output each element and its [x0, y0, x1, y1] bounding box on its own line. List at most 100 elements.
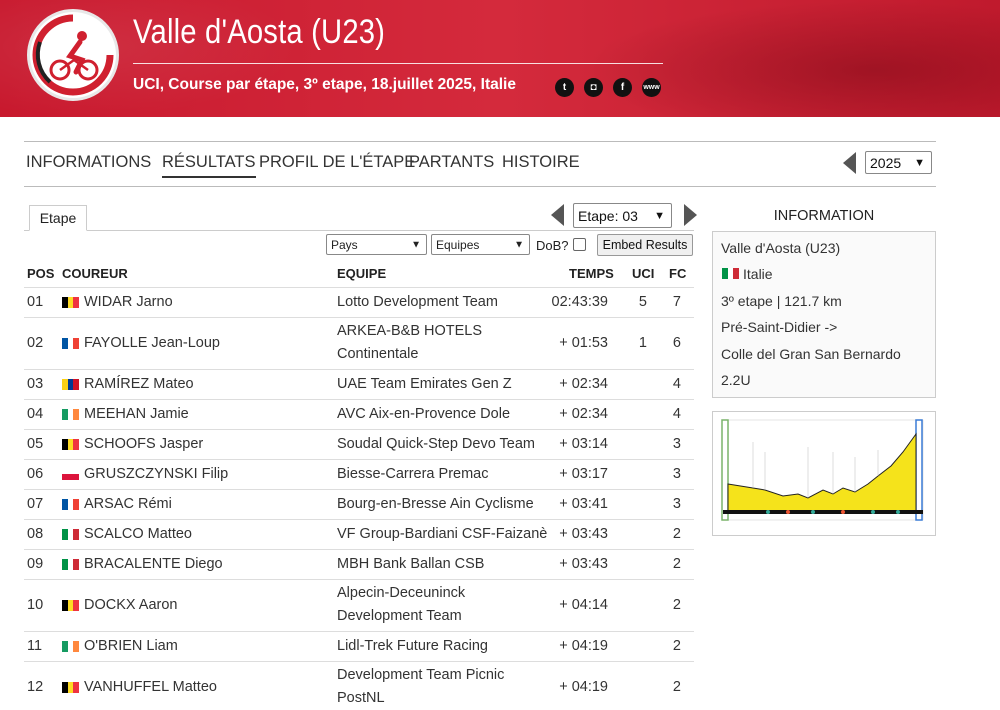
time-cell: + 03:17: [559, 465, 608, 482]
rider-name-link[interactable]: SCALCO Matteo: [84, 523, 192, 546]
column-header-team[interactable]: EQUIPE: [337, 266, 386, 281]
team-name-link[interactable]: Lotto Development Team: [337, 291, 498, 314]
info-start: Pré-Saint-Didier ->: [721, 319, 838, 335]
fc-points-cell: 2: [672, 637, 681, 654]
team-name-link[interactable]: MBH Bank Ballan CSB: [337, 553, 484, 576]
race-header: Valle d'Aosta (U23) UCI, Course par étap…: [0, 0, 1000, 117]
rank-cell: 04: [27, 405, 44, 422]
website-icon[interactable]: www: [642, 78, 661, 97]
country-flag-icon: [62, 681, 79, 693]
facebook-icon[interactable]: f: [613, 78, 632, 97]
country-filter-select[interactable]: Pays ▼: [326, 234, 427, 255]
column-header-uci[interactable]: UCI: [632, 266, 654, 281]
rider-name-link[interactable]: FAYOLLE Jean-Loup: [84, 332, 220, 355]
instagram-icon[interactable]: ◘: [584, 78, 603, 97]
rider-name-link[interactable]: GRUSZCZYNSKI Filip: [84, 463, 228, 486]
time-cell: + 03:14: [559, 435, 608, 452]
previous-year-arrow-icon[interactable]: [843, 152, 856, 174]
uci-points-cell: 5: [638, 293, 647, 310]
fc-points-cell: 2: [672, 678, 681, 695]
twitter-icon[interactable]: t: [555, 78, 574, 97]
rider-name-link[interactable]: BRACALENTE Diego: [84, 553, 223, 576]
team-name-link-line2[interactable]: Continentale: [337, 343, 418, 366]
rider-name-link[interactable]: WIDAR Jarno: [84, 291, 173, 314]
race-subtitle: UCI, Course par étape, 3º etape, 18.juil…: [133, 76, 516, 93]
row-divider: [24, 429, 694, 430]
chevron-down-icon: ▼: [654, 209, 665, 222]
column-header-time[interactable]: TEMPS: [569, 266, 614, 281]
fc-points-cell: 6: [672, 334, 681, 351]
info-race-link[interactable]: Valle d'Aosta (U23): [721, 240, 840, 256]
previous-stage-arrow-icon[interactable]: [551, 204, 564, 226]
column-header-fc[interactable]: FC: [669, 266, 686, 281]
tab-partants[interactable]: PARTANTS: [409, 153, 494, 172]
tab-histoire[interactable]: HISTOIRE: [502, 153, 580, 172]
race-logo[interactable]: [27, 9, 119, 101]
team-name-link-line2[interactable]: Development Team: [337, 605, 462, 628]
rank-cell: 12: [27, 678, 44, 695]
time-cell: 02:43:39: [551, 293, 608, 310]
rider-name-link[interactable]: MEEHAN Jamie: [84, 403, 189, 426]
country-filter-value: Pays: [331, 237, 358, 252]
country-flag-icon: [62, 558, 79, 570]
country-flag-icon: [62, 296, 79, 308]
rider-name-link[interactable]: DOCKX Aaron: [84, 594, 178, 617]
tab-resultats[interactable]: RÉSULTATS: [162, 153, 256, 178]
team-name-link-line2[interactable]: PostNL: [337, 687, 385, 710]
time-cell: + 04:19: [559, 678, 608, 695]
rider-name-link[interactable]: SCHOOFS Jasper: [84, 433, 203, 456]
row-divider: [24, 369, 694, 370]
info-country[interactable]: Italie: [743, 266, 773, 282]
team-name-link[interactable]: AVC Aix-en-Provence Dole: [337, 403, 510, 426]
team-name-link[interactable]: Soudal Quick-Step Devo Team: [337, 433, 535, 456]
country-flag-icon: [62, 528, 79, 540]
next-stage-arrow-icon[interactable]: [684, 204, 697, 226]
rider-name-link[interactable]: O'BRIEN Liam: [84, 635, 178, 658]
dob-checkbox[interactable]: [573, 238, 586, 251]
dob-label: DoB?: [536, 238, 569, 253]
italy-flag-icon: [722, 268, 739, 279]
team-filter-select[interactable]: Equipes ▼: [431, 234, 530, 255]
tab-profil-etape[interactable]: PROFIL DE L'ÉTAPE: [259, 153, 415, 172]
header-background-photo: [580, 0, 1000, 117]
time-cell: + 02:34: [559, 375, 608, 392]
column-header-pos[interactable]: POS: [27, 266, 54, 281]
tab-etape[interactable]: Etape: [29, 205, 87, 231]
team-name-link[interactable]: VF Group-Bardiani CSF-Faizanè: [337, 523, 547, 546]
fc-points-cell: 4: [672, 405, 681, 422]
time-cell: + 04:14: [559, 596, 608, 613]
team-name-link[interactable]: ARKEA-B&B HOTELS: [337, 320, 482, 343]
row-divider: [24, 579, 694, 580]
rider-name-link[interactable]: ARSAC Rémi: [84, 493, 172, 516]
nav-divider-top: [24, 141, 936, 142]
rider-name-link[interactable]: RAMÍREZ Mateo: [84, 373, 194, 396]
stage-select[interactable]: Etape: 03 ▼: [573, 203, 672, 228]
tab-informations[interactable]: INFORMATIONS: [26, 153, 151, 172]
embed-results-button[interactable]: Embed Results: [597, 234, 693, 256]
team-name-link[interactable]: Bourg-en-Bresse Ain Cyclisme: [337, 493, 534, 516]
info-heading: INFORMATION: [773, 208, 875, 224]
stage-profile-thumbnail[interactable]: [712, 411, 936, 536]
team-name-link[interactable]: Alpecin-Deceuninck: [337, 582, 465, 605]
rank-cell: 09: [27, 555, 44, 572]
row-divider: [24, 661, 694, 662]
rank-cell: 02: [27, 334, 44, 351]
fc-points-cell: 2: [672, 525, 681, 542]
cyclist-logo-icon: [32, 14, 114, 96]
team-name-link[interactable]: Development Team Picnic: [337, 664, 504, 687]
team-name-link[interactable]: Lidl-Trek Future Racing: [337, 635, 488, 658]
rank-cell: 10: [27, 596, 44, 613]
rank-cell: 07: [27, 495, 44, 512]
team-name-link[interactable]: UAE Team Emirates Gen Z: [337, 373, 512, 396]
rank-cell: 06: [27, 465, 44, 482]
info-category: 2.2U: [721, 372, 751, 388]
uci-points-cell: 1: [638, 334, 647, 351]
rider-name-link[interactable]: VANHUFFEL Matteo: [84, 676, 217, 699]
time-cell: + 03:43: [559, 525, 608, 542]
fc-points-cell: 2: [672, 596, 681, 613]
row-divider: [24, 317, 694, 318]
year-select[interactable]: 2025 ▼: [865, 151, 932, 174]
column-header-rider[interactable]: COUREUR: [62, 266, 128, 281]
team-name-link[interactable]: Biesse-Carrera Premac: [337, 463, 489, 486]
country-flag-icon: [62, 640, 79, 652]
